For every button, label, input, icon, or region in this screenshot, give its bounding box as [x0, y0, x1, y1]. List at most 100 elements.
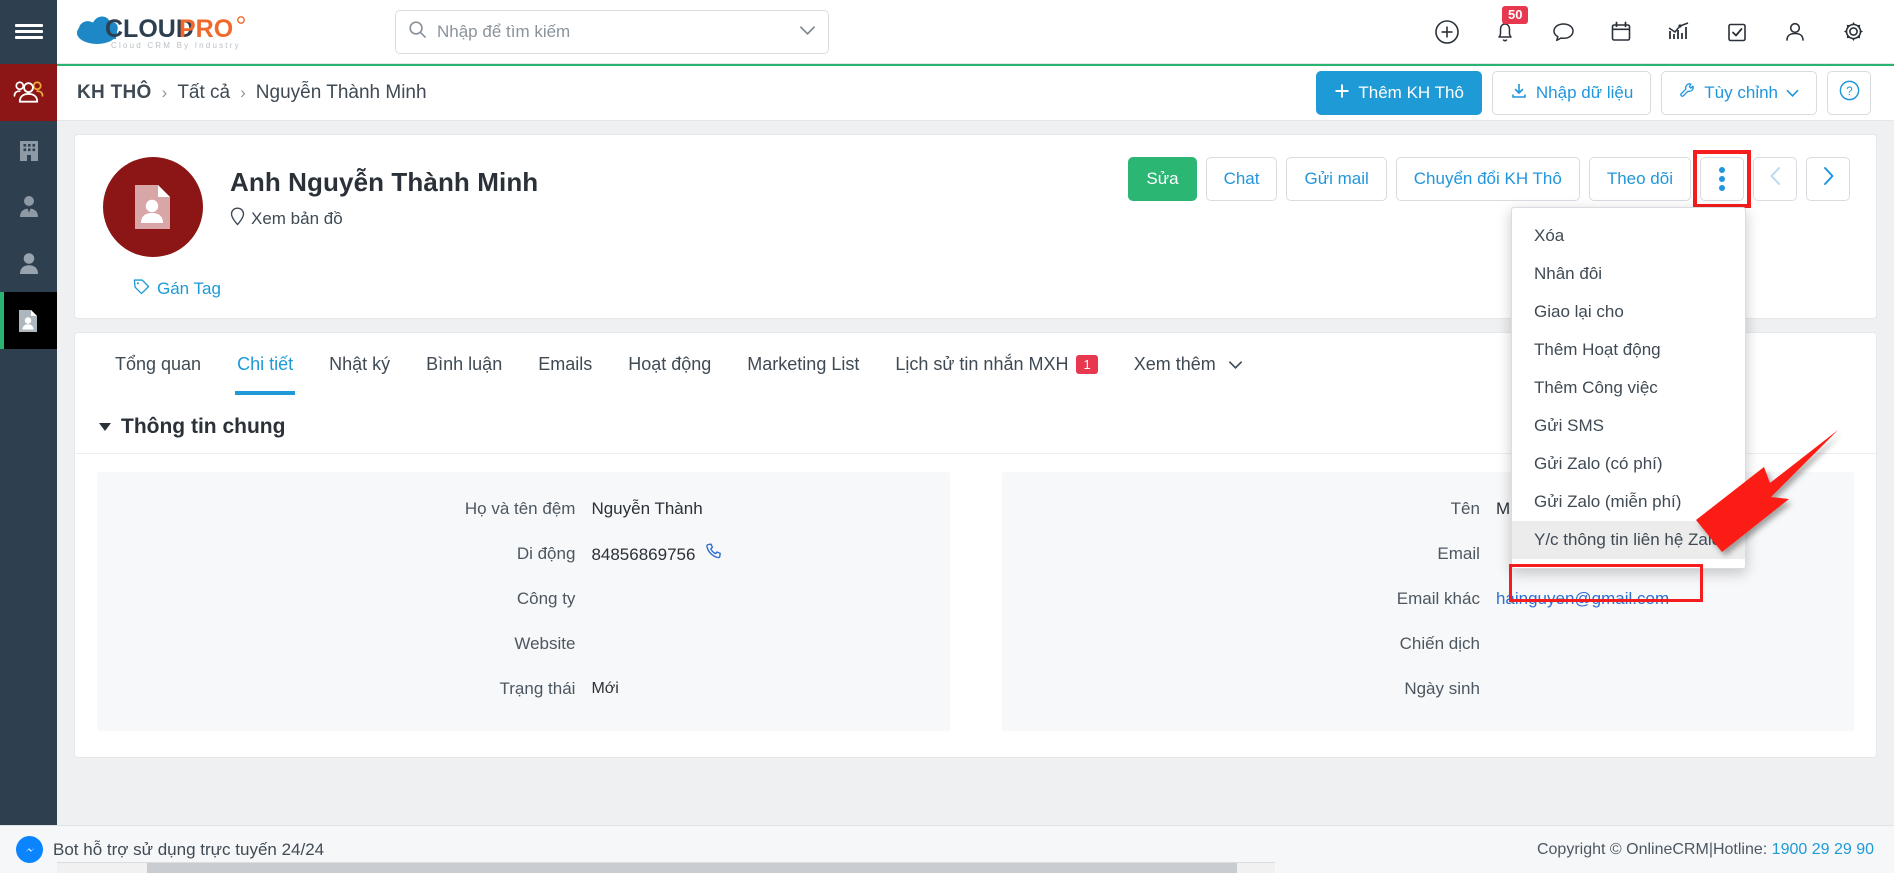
copyright-text: Copyright © OnlineCRM|Hotline:	[1536, 840, 1772, 858]
add-lead-button[interactable]: Thêm KH Thô	[1316, 71, 1482, 115]
field-value[interactable]: hainguyen@gmail.com	[1496, 587, 1854, 611]
hotline-link[interactable]: 1900 29 29 90	[1772, 841, 1874, 858]
chevron-down-icon	[1228, 354, 1243, 375]
breadcrumb-item-current[interactable]: Nguyễn Thành Minh	[256, 82, 427, 104]
download-icon	[1510, 82, 1528, 105]
send-mail-button[interactable]: Gửi mail	[1286, 157, 1387, 201]
chevron-down-icon[interactable]	[799, 23, 816, 41]
sidebar-item-lead[interactable]	[0, 292, 57, 349]
menu-item-send-sms[interactable]: Gửi SMS	[1512, 407, 1745, 445]
bot-support-label: Bot hỗ trợ sử dụng trực tuyến 24/24	[53, 839, 325, 859]
field-row: Công ty	[97, 578, 950, 623]
horizontal-scrollbar[interactable]	[57, 862, 1275, 873]
tab-label: Lịch sử tin nhắn MXH	[895, 353, 1069, 374]
chevron-left-icon	[1769, 166, 1782, 192]
tab-tong-quan[interactable]: Tổng quan	[97, 333, 219, 395]
bell-icon[interactable]: 50	[1490, 5, 1529, 47]
menu-item-add-task[interactable]: Thêm Công việc	[1512, 369, 1745, 407]
chat-bubble-icon[interactable]	[1548, 17, 1578, 47]
footer-copyright: Copyright © OnlineCRM|Hotline: 1900 29 2…	[1537, 841, 1874, 859]
field-value[interactable]: Nguyễn Thành	[591, 497, 949, 521]
tab-nhat-ky[interactable]: Nhật ký	[311, 333, 408, 395]
view-map-label: Xem bản đồ	[251, 209, 343, 228]
email-link[interactable]: hainguyen@gmail.com	[1496, 587, 1669, 611]
phone-icon[interactable]	[705, 542, 723, 567]
convert-lead-button[interactable]: Chuyển đổi KH Thô	[1395, 157, 1580, 201]
brand-logo[interactable]: CLOUD PRO Cloud CRM By Industry	[75, 9, 253, 55]
bot-support[interactable]: Bot hỗ trợ sử dụng trực tuyến 24/24	[16, 836, 324, 863]
import-data-button[interactable]: Nhập dữ liệu	[1491, 71, 1652, 115]
gear-icon[interactable]	[1838, 17, 1868, 47]
global-search	[395, 9, 829, 54]
question-circle-icon: ?	[1838, 79, 1861, 107]
field-row: Ngày sinh	[1002, 668, 1855, 713]
breadcrumb-root[interactable]: KH THÔ	[77, 82, 152, 104]
tab-xem-them[interactable]: Xem thêm	[1116, 333, 1261, 395]
contact-card-icon	[135, 185, 170, 229]
field-row: Chiến dịch	[1002, 623, 1855, 668]
checkbox-icon[interactable]	[1722, 17, 1752, 47]
view-map-link[interactable]: Xem bản đồ	[230, 207, 343, 231]
menu-item-request-zalo-contact[interactable]: Y/c thông tin liên hệ Zalo	[1512, 521, 1745, 559]
search-input[interactable]	[437, 21, 791, 42]
prev-record-button[interactable]	[1753, 157, 1797, 201]
breadcrumb-separator-icon: ›	[240, 83, 246, 102]
menu-item-delete[interactable]: Xóa	[1512, 217, 1745, 255]
calendar-icon[interactable]	[1606, 17, 1636, 47]
field-value-text: Nguyễn Thành	[591, 499, 703, 518]
menu-item-reassign[interactable]: Giao lại cho	[1512, 293, 1745, 331]
more-actions-button[interactable]	[1700, 157, 1744, 201]
sidebar-item-company[interactable]	[0, 121, 57, 178]
customize-button[interactable]: Tùy chỉnh	[1661, 71, 1817, 115]
field-value[interactable]: Mới	[591, 677, 949, 701]
tab-chi-tiet[interactable]: Chi tiết	[219, 333, 311, 395]
menu-item-send-zalo-free[interactable]: Gửi Zalo (miễn phí)	[1512, 483, 1745, 521]
field-row: Họ và tên đệm Nguyễn Thành	[97, 488, 950, 533]
menu-item-send-zalo-paid[interactable]: Gửi Zalo (có phí)	[1512, 445, 1745, 483]
person-icon	[19, 253, 38, 274]
contact-card-icon	[19, 309, 37, 332]
tab-lich-su-tin-nhan-mxh[interactable]: Lịch sử tin nhắn MXH 1	[877, 333, 1115, 395]
top-icon-group: 50	[1432, 5, 1894, 47]
more-actions-wrapper	[1693, 150, 1751, 208]
breadcrumb-item-all[interactable]: Tất cả	[177, 82, 230, 104]
sidebar-item-contact[interactable]	[0, 178, 57, 235]
building-icon	[19, 141, 38, 161]
user-icon[interactable]	[1780, 17, 1810, 47]
sidebar-item-customers[interactable]	[0, 64, 57, 121]
chart-icon[interactable]	[1664, 17, 1694, 47]
menu-item-add-activity[interactable]: Thêm Hoạt động	[1512, 331, 1745, 369]
follow-button[interactable]: Theo dõi	[1588, 157, 1691, 201]
breadcrumb: KH THÔ › Tất cả › Nguyễn Thành Minh	[77, 82, 427, 104]
edit-button[interactable]: Sửa	[1128, 157, 1197, 201]
tab-marketing-list[interactable]: Marketing List	[729, 333, 877, 395]
chat-button[interactable]: Chat	[1205, 157, 1278, 201]
add-icon[interactable]	[1432, 17, 1462, 47]
triangle-down-icon[interactable]	[99, 423, 111, 431]
next-record-button[interactable]	[1806, 157, 1850, 201]
plus-icon	[1334, 83, 1350, 104]
tab-binh-luan[interactable]: Bình luận	[408, 333, 520, 395]
tab-badge: 1	[1076, 354, 1098, 374]
person-tie-icon	[19, 196, 38, 217]
svg-text:Cloud CRM By Industry: Cloud CRM By Industry	[111, 41, 241, 50]
sidebar-item-person[interactable]	[0, 235, 57, 292]
tab-emails[interactable]: Emails	[520, 333, 610, 395]
menu-item-duplicate[interactable]: Nhân đôi	[1512, 255, 1745, 293]
help-button[interactable]: ?	[1827, 71, 1871, 115]
field-label: Tên	[1450, 499, 1480, 518]
add-lead-label: Thêm KH Thô	[1358, 83, 1464, 102]
scrollbar-thumb[interactable]	[147, 863, 1237, 873]
field-row: Di động 84856869756	[97, 533, 950, 578]
breadcrumb-actions: Thêm KH Thô Nhập dữ liệu Tùy chỉnh ?	[1316, 71, 1894, 115]
breadcrumb-separator-icon: ›	[161, 83, 168, 102]
avatar	[103, 157, 203, 257]
field-row: Trạng thái Mới	[97, 668, 950, 713]
more-actions-dropdown: Xóa Nhân đôi Giao lại cho Thêm Hoạt động…	[1511, 207, 1746, 569]
tab-label: Chi tiết	[237, 353, 294, 374]
search-box[interactable]	[395, 9, 829, 54]
tab-hoat-dong[interactable]: Hoạt động	[610, 333, 729, 395]
assign-tag-button[interactable]: Gán Tag	[133, 278, 221, 300]
field-value[interactable]: 84856869756	[591, 542, 949, 567]
hamburger-menu-button[interactable]	[0, 0, 57, 64]
